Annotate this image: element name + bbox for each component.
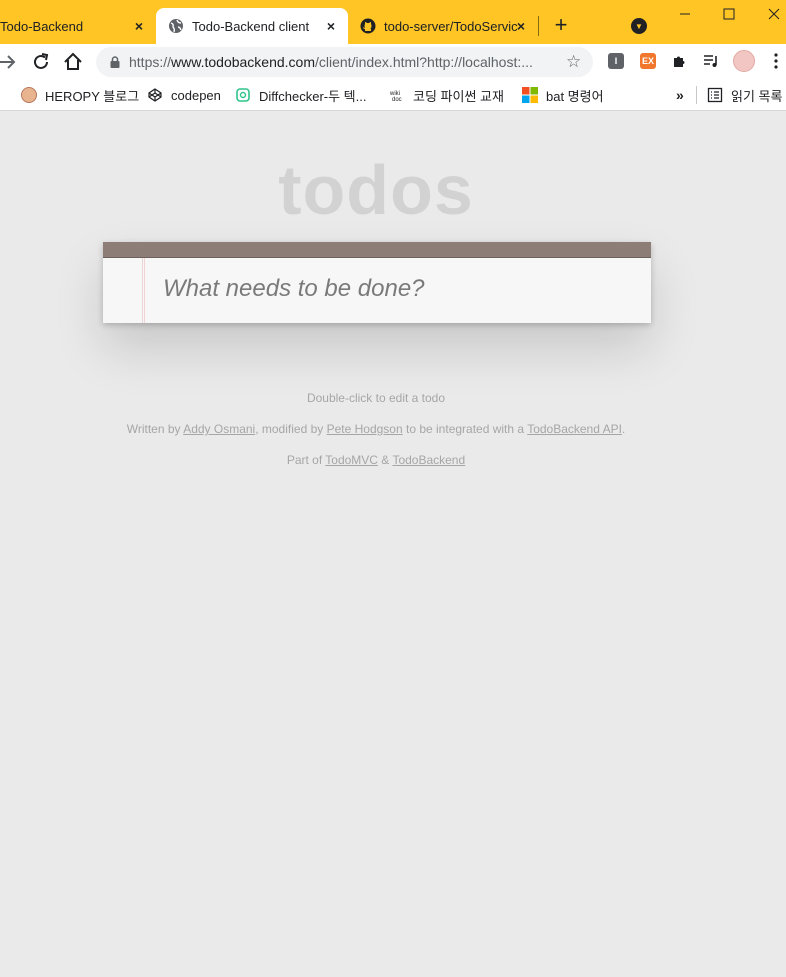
tab-todo-server[interactable]: todo-server/TodoServic ×	[348, 8, 538, 44]
tab-title: Todo-Backend	[0, 18, 84, 34]
info-part-of: Part of TodoMVC & TodoBackend	[0, 453, 752, 467]
bookmark-label: codepen	[171, 87, 221, 103]
reading-list[interactable]: 읽기 목록	[707, 85, 782, 105]
close-icon[interactable]: ×	[322, 17, 340, 35]
url-host: www.todobackend.com	[171, 54, 315, 70]
part-of-text: Part of	[286, 453, 326, 467]
edit-hint-text: Double-click to edit a todo	[306, 391, 446, 405]
minimize-icon[interactable]	[675, 4, 695, 24]
notebook-margin-lines	[142, 258, 145, 323]
close-icon[interactable]: ×	[130, 17, 148, 35]
avatar-icon	[21, 87, 37, 103]
forward-icon[interactable]	[0, 50, 20, 74]
header-bar	[103, 242, 651, 258]
bookmark-diffchecker[interactable]: Diffchecker-두 텍...	[235, 85, 366, 105]
credits-text: Written by	[126, 422, 184, 436]
tab-strip: Todo-Backend × Todo-Backend client × tod…	[0, 0, 786, 44]
globe-icon	[169, 19, 183, 33]
bookmark-label: HEROPY 블로그	[45, 88, 140, 104]
extension-i-icon[interactable]: I	[608, 53, 624, 69]
info-credits: Written by Addy Osmani, modified by Pete…	[0, 422, 752, 436]
window-close-icon[interactable]	[764, 4, 784, 24]
todo-app	[103, 242, 651, 323]
address-bar[interactable]: https://www.todobackend.com/client/index…	[96, 47, 593, 77]
credits-text: , modified by	[255, 422, 327, 436]
bookmark-codepen[interactable]: codepen	[147, 85, 221, 105]
author-link-pete-hodgson[interactable]: Pete Hodgson	[327, 422, 403, 436]
tab-todo-backend[interactable]: Todo-Backend ×	[0, 8, 156, 44]
diffchecker-icon	[236, 88, 250, 102]
bookmark-python-textbook[interactable]: wiki doc 코딩 파이썬 교재	[389, 85, 504, 105]
maximize-icon[interactable]	[719, 4, 739, 24]
extension-ex-icon[interactable]: EX	[640, 53, 656, 69]
codepen-icon	[148, 88, 162, 102]
bookmark-label: Diffchecker-두 텍...	[259, 88, 367, 104]
lock-icon[interactable]	[108, 55, 122, 69]
github-icon	[360, 18, 376, 34]
browser-toolbar: https://www.todobackend.com/client/index…	[0, 44, 786, 80]
tab-todo-backend-client[interactable]: Todo-Backend client ×	[156, 8, 348, 44]
credits-text: .	[621, 422, 626, 436]
author-link-addy-osmani[interactable]: Addy Osmani	[183, 422, 255, 436]
page-title: todos	[278, 151, 474, 229]
todomvc-link[interactable]: TodoMVC	[325, 453, 378, 467]
reading-list-icon	[707, 87, 723, 103]
profile-avatar[interactable]	[733, 50, 755, 72]
todobackend-api-link[interactable]: TodoBackend API	[527, 422, 622, 436]
bookmark-bat-commands[interactable]: bat 명령어	[522, 85, 604, 105]
extensions-puzzle-icon[interactable]	[672, 53, 688, 69]
bookmark-truncated[interactable]	[0, 85, 2, 105]
media-control-icon[interactable]	[703, 53, 719, 69]
ampersand-text: &	[377, 453, 393, 467]
close-icon[interactable]: ×	[512, 17, 530, 35]
todobackend-link[interactable]: TodoBackend	[392, 453, 465, 467]
url-text[interactable]: https://www.todobackend.com/client/index…	[129, 54, 554, 70]
kebab-menu-icon[interactable]	[774, 52, 778, 70]
svg-text:doc: doc	[392, 97, 402, 103]
tab-title: Todo-Backend client	[192, 18, 310, 34]
bookmarks-overflow-icon[interactable]: »	[676, 85, 684, 105]
home-icon[interactable]	[61, 50, 85, 74]
bookmarks-bar: HEROPY 블로그 codepen Diffchecker-두 텍... wi…	[0, 80, 786, 111]
new-tab-icon[interactable]: +	[550, 14, 572, 37]
bookmark-divider	[696, 86, 697, 104]
wiki-icon: wikidoc	[389, 91, 402, 103]
url-path: /client/index.html?http://localhost:...	[315, 54, 533, 70]
bookmark-heropy[interactable]: HEROPY 블로그	[21, 85, 139, 105]
bookmark-label: 읽기 목록	[731, 88, 783, 104]
credits-text: to be integrated with a	[402, 422, 528, 436]
bookmark-star-icon[interactable]: ☆	[566, 53, 584, 71]
url-scheme: https://	[129, 54, 172, 70]
tab-title: todo-server/TodoServic	[384, 18, 518, 34]
reload-icon[interactable]	[29, 50, 53, 74]
new-todo-input[interactable]	[163, 273, 623, 305]
bookmark-label: 코딩 파이썬 교재	[413, 88, 504, 104]
bookmark-label: bat 명령어	[546, 88, 604, 104]
tab-separator	[538, 16, 539, 36]
microsoft-icon	[522, 87, 538, 103]
info-edit-hint: Double-click to edit a todo	[0, 391, 752, 405]
tab-search-icon[interactable]: ▼	[631, 18, 647, 34]
